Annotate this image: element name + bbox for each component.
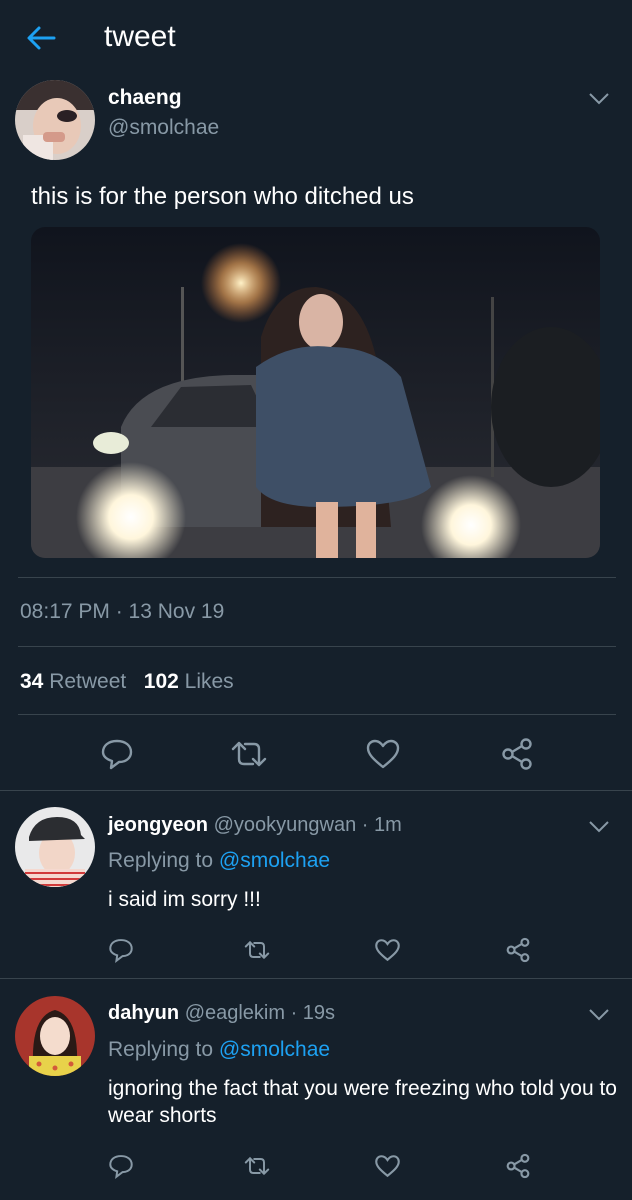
replying-to-label: Replying to: [108, 1038, 214, 1061]
retweet-label[interactable]: Retweet: [49, 670, 126, 693]
reply-icon[interactable]: [108, 1153, 134, 1179]
reply-tweet[interactable]: jeongyeon @yookyungwan · 1m Replying to …: [0, 790, 632, 978]
share-icon[interactable]: [505, 937, 531, 963]
reply-author-name[interactable]: dahyun: [108, 1002, 179, 1024]
reply-time: · 1m: [361, 814, 402, 836]
replying-to-label: Replying to: [108, 849, 214, 872]
retweet-icon[interactable]: [243, 1154, 271, 1178]
like-icon[interactable]: [374, 1154, 401, 1178]
reply-author-handle[interactable]: @eaglekim: [185, 1002, 285, 1024]
reply-tweet[interactable]: dahyun @eaglekim · 19s Replying to @smol…: [0, 978, 632, 1198]
tweet-text: this is for the person who ditched us: [31, 183, 414, 210]
reply-time: · 19s: [290, 1002, 336, 1024]
retweet-icon[interactable]: [229, 737, 269, 771]
top-bar: tweet: [0, 0, 632, 78]
reply-text: ignoring the fact that you were freezing…: [108, 1077, 617, 1127]
reply-text: i said im sorry !!!: [108, 888, 261, 911]
chevron-down-icon[interactable]: [588, 1008, 610, 1022]
chevron-down-icon[interactable]: [588, 92, 610, 106]
tweet-stats: 34 Retweet 102 Likes: [20, 670, 234, 694]
chevron-down-icon[interactable]: [588, 820, 610, 834]
reply-icon[interactable]: [100, 737, 134, 771]
replying-to-handle[interactable]: @smolchae: [219, 1038, 330, 1061]
author-avatar[interactable]: [15, 80, 95, 160]
reply-author-name[interactable]: jeongyeon: [108, 814, 208, 836]
divider: [18, 577, 616, 578]
retweet-icon[interactable]: [243, 938, 271, 962]
retweet-count[interactable]: 34: [20, 670, 43, 693]
tweet-photo[interactable]: [31, 227, 600, 558]
reply-header: dahyun @eaglekim · 19s: [108, 1002, 335, 1025]
divider: [18, 646, 616, 647]
reply-author-handle[interactable]: @yookyungwan: [214, 814, 357, 836]
page-title: tweet: [104, 20, 176, 53]
arrow-left-icon[interactable]: [26, 24, 56, 52]
replying-to-handle[interactable]: @smolchae: [219, 849, 330, 872]
divider: [18, 714, 616, 715]
replying-to: Replying to @smolchae: [108, 849, 330, 873]
replying-to: Replying to @smolchae: [108, 1038, 330, 1062]
tweet-timestamp: 08:17 PM · 13 Nov 19: [20, 600, 225, 623]
like-label[interactable]: Likes: [185, 670, 234, 693]
like-icon[interactable]: [365, 738, 401, 770]
like-count[interactable]: 102: [144, 670, 179, 693]
author-name[interactable]: chaeng: [108, 86, 182, 110]
author-handle[interactable]: @smolchae: [108, 116, 219, 140]
share-icon[interactable]: [505, 1153, 531, 1179]
share-icon[interactable]: [500, 737, 534, 771]
reply-icon[interactable]: [108, 937, 134, 963]
reply-header: jeongyeon @yookyungwan · 1m: [108, 814, 402, 837]
like-icon[interactable]: [374, 938, 401, 962]
